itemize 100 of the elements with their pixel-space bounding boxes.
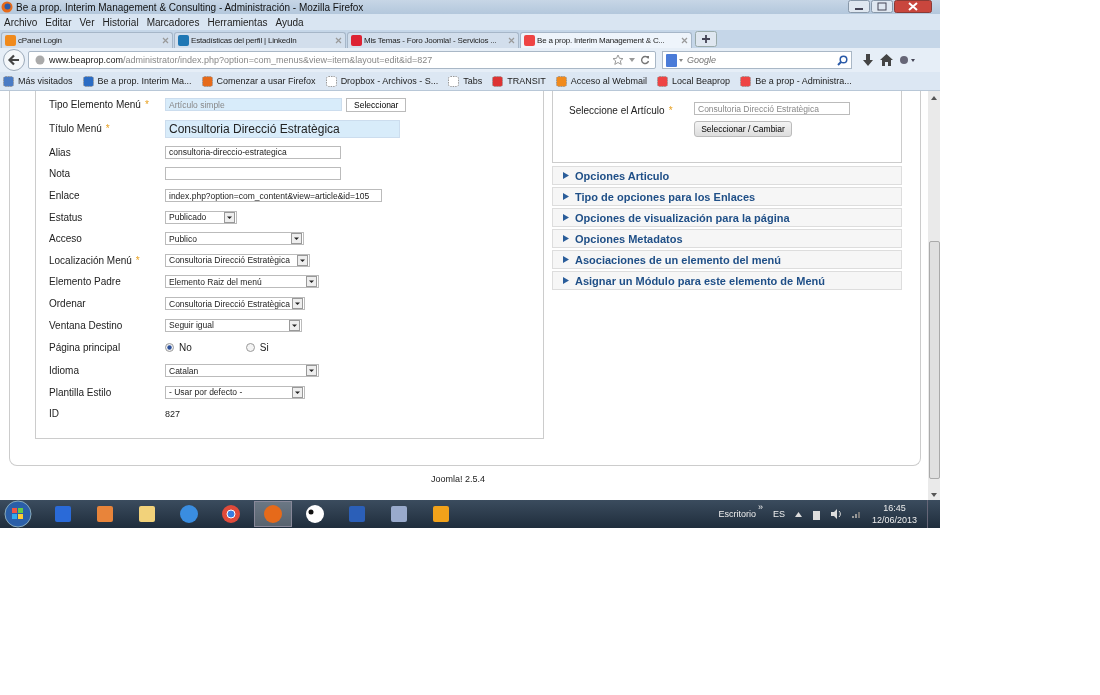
site-icon	[178, 35, 189, 46]
bookmark[interactable]: Tabs	[448, 75, 483, 87]
site-icon	[740, 75, 752, 87]
dropdown[interactable]: Catalan	[165, 364, 319, 378]
field-label: Nota	[49, 168, 71, 180]
address-bar[interactable]: www.beaprop.com/administrator/index.php?option=com_menus&view=item&layout=edit&id=827	[28, 51, 656, 69]
id-value: 827	[165, 408, 181, 419]
site-icon	[201, 75, 213, 87]
field-label: Ventana Destino	[49, 319, 123, 331]
select-button[interactable]: Seleccionar	[346, 97, 407, 112]
radio-option[interactable]: No	[165, 342, 192, 354]
window-title: Be a prop. Interim Management & Consulting - Administración - Mozilla Firefox	[16, 1, 364, 13]
radio-option[interactable]: Si	[245, 342, 269, 354]
required-mark: *	[144, 99, 149, 111]
site-icon	[351, 35, 362, 46]
scroll-down-icon[interactable]	[930, 492, 938, 498]
bookmark[interactable]: Be a prop. Interim Ma...	[82, 75, 192, 87]
select-change-button[interactable]: Seleccionar / Cambiar	[694, 121, 792, 137]
article-field[interactable]: Consultoria Direcció Estratègica	[694, 102, 850, 115]
bookmark[interactable]: Dropbox - Archivos - S...	[325, 75, 439, 87]
scroll-thumb[interactable]	[928, 240, 940, 479]
bookmark[interactable]: TRANSIT	[492, 75, 546, 87]
menu-item[interactable]: Herramientas	[207, 16, 268, 28]
accordion-header[interactable]: Tipo de opciones para los Enlaces	[552, 187, 902, 206]
site-icon	[82, 75, 94, 87]
menu-item[interactable]: Ayuda	[275, 16, 304, 28]
field-label: Plantilla Estilo	[49, 386, 112, 398]
field-label: Idioma	[49, 365, 79, 377]
site-icon	[555, 75, 567, 87]
network-icon[interactable]	[851, 510, 862, 518]
close-icon[interactable]	[894, 0, 932, 13]
version-text: Joomla! 2.5.4	[431, 474, 485, 484]
search-icon[interactable]	[837, 54, 848, 66]
bookmark[interactable]: Más visitados	[3, 75, 73, 87]
desktop-label[interactable]: Escritorio	[718, 509, 756, 519]
accordion-header[interactable]: Asignar un Módulo para este elemento de Menú	[552, 271, 902, 290]
search-bar[interactable]: Google	[662, 51, 852, 69]
site-icon	[448, 75, 460, 87]
site-icon	[524, 35, 535, 46]
volume-icon[interactable]	[830, 509, 842, 519]
accordion-header[interactable]: Opciones Metadatos	[552, 229, 902, 248]
language-indicator[interactable]: ES	[772, 509, 785, 519]
back-icon[interactable]	[3, 49, 25, 71]
browser-tab[interactable]: cPanel Login	[1, 32, 173, 48]
search-engine-icon[interactable]	[666, 53, 684, 67]
browser-tab[interactable]: Estadísticas del perfil | LinkedIn	[174, 32, 346, 48]
title-field[interactable]: Consultoria Direcció Estratègica	[165, 119, 400, 138]
menu-item[interactable]: Marcadores	[146, 16, 200, 28]
start-button[interactable]	[4, 500, 32, 528]
scroll-up-icon[interactable]	[930, 95, 938, 101]
field-label: Enlace	[49, 190, 80, 202]
site-icon	[325, 75, 337, 87]
minimize-icon[interactable]	[848, 0, 870, 13]
bookmark[interactable]: Acceso al Webmail	[555, 75, 648, 87]
dropdown[interactable]: - Usar por defecto -	[165, 385, 305, 399]
dropdown[interactable]: Elemento Raiz del menú	[165, 275, 319, 289]
site-icon	[657, 75, 669, 87]
dropdown[interactable]: Consultoria Direcció Estratègica	[165, 297, 305, 311]
field-label: Elemento Padre	[49, 276, 121, 288]
home-icon[interactable]	[880, 54, 893, 66]
field-label: Alias	[49, 146, 71, 158]
site-icon	[492, 75, 504, 87]
reload-icon[interactable]	[640, 55, 650, 65]
required-mark: *	[668, 105, 673, 118]
menu-item[interactable]: Archivo	[4, 16, 38, 28]
star-icon[interactable]	[612, 54, 624, 66]
show-hidden-icon[interactable]	[794, 511, 802, 517]
accordion-header[interactable]: Opciones Articulo	[552, 166, 902, 185]
dropdown-icon[interactable]	[628, 56, 636, 64]
site-icon	[5, 35, 16, 46]
field-label: Seleccione el Artículo	[569, 105, 665, 118]
browser-tab[interactable]: Mis Temas - Foro Joomla! - Servicios ...	[347, 32, 519, 48]
field-label: Título Menú	[49, 123, 102, 135]
bookmark[interactable]: Be a prop - Administra...	[740, 75, 852, 87]
bookmark[interactable]: Local Beaprop	[657, 75, 731, 87]
input-field[interactable]	[165, 167, 341, 181]
field-label: Estatus	[49, 211, 83, 223]
clock[interactable]: 16:45 12/06/2013	[871, 502, 917, 526]
input-field[interactable]: consultoria-direccio-estrategica	[165, 145, 341, 159]
menu-item[interactable]: Ver	[79, 16, 95, 28]
radio-button[interactable]	[165, 343, 174, 353]
dropdown[interactable]: Seguir igual	[165, 318, 302, 332]
toolbar-overflow[interactable]: »	[757, 502, 763, 512]
input-field[interactable]: index.php?option=com_content&view=article&id=105	[165, 189, 382, 203]
menu-item[interactable]: Historial	[102, 16, 139, 28]
dropdown[interactable]: Publico	[165, 232, 304, 246]
required-mark: *	[105, 123, 110, 135]
new-tab-icon[interactable]	[695, 31, 717, 47]
dropdown[interactable]: Publicado	[165, 210, 237, 224]
menu-item[interactable]: Editar	[45, 16, 72, 28]
bookmark[interactable]: Comenzar a usar Firefox	[201, 75, 316, 87]
radio-button[interactable]	[245, 343, 255, 353]
download-icon[interactable]	[862, 54, 874, 66]
browser-tab[interactable]: Be a prop. Interim Management & C...	[520, 32, 692, 48]
accordion-header[interactable]: Opciones de visualización para la página	[552, 208, 902, 227]
field-label: Ordenar	[49, 298, 86, 310]
field-label: Tipo Elemento Menú	[49, 99, 141, 111]
dropdown[interactable]: Consultoria Direcció Estratègica	[165, 253, 310, 267]
required-mark: *	[135, 254, 140, 266]
accordion-header[interactable]: Asociaciones de un elemento del menú	[552, 250, 902, 269]
